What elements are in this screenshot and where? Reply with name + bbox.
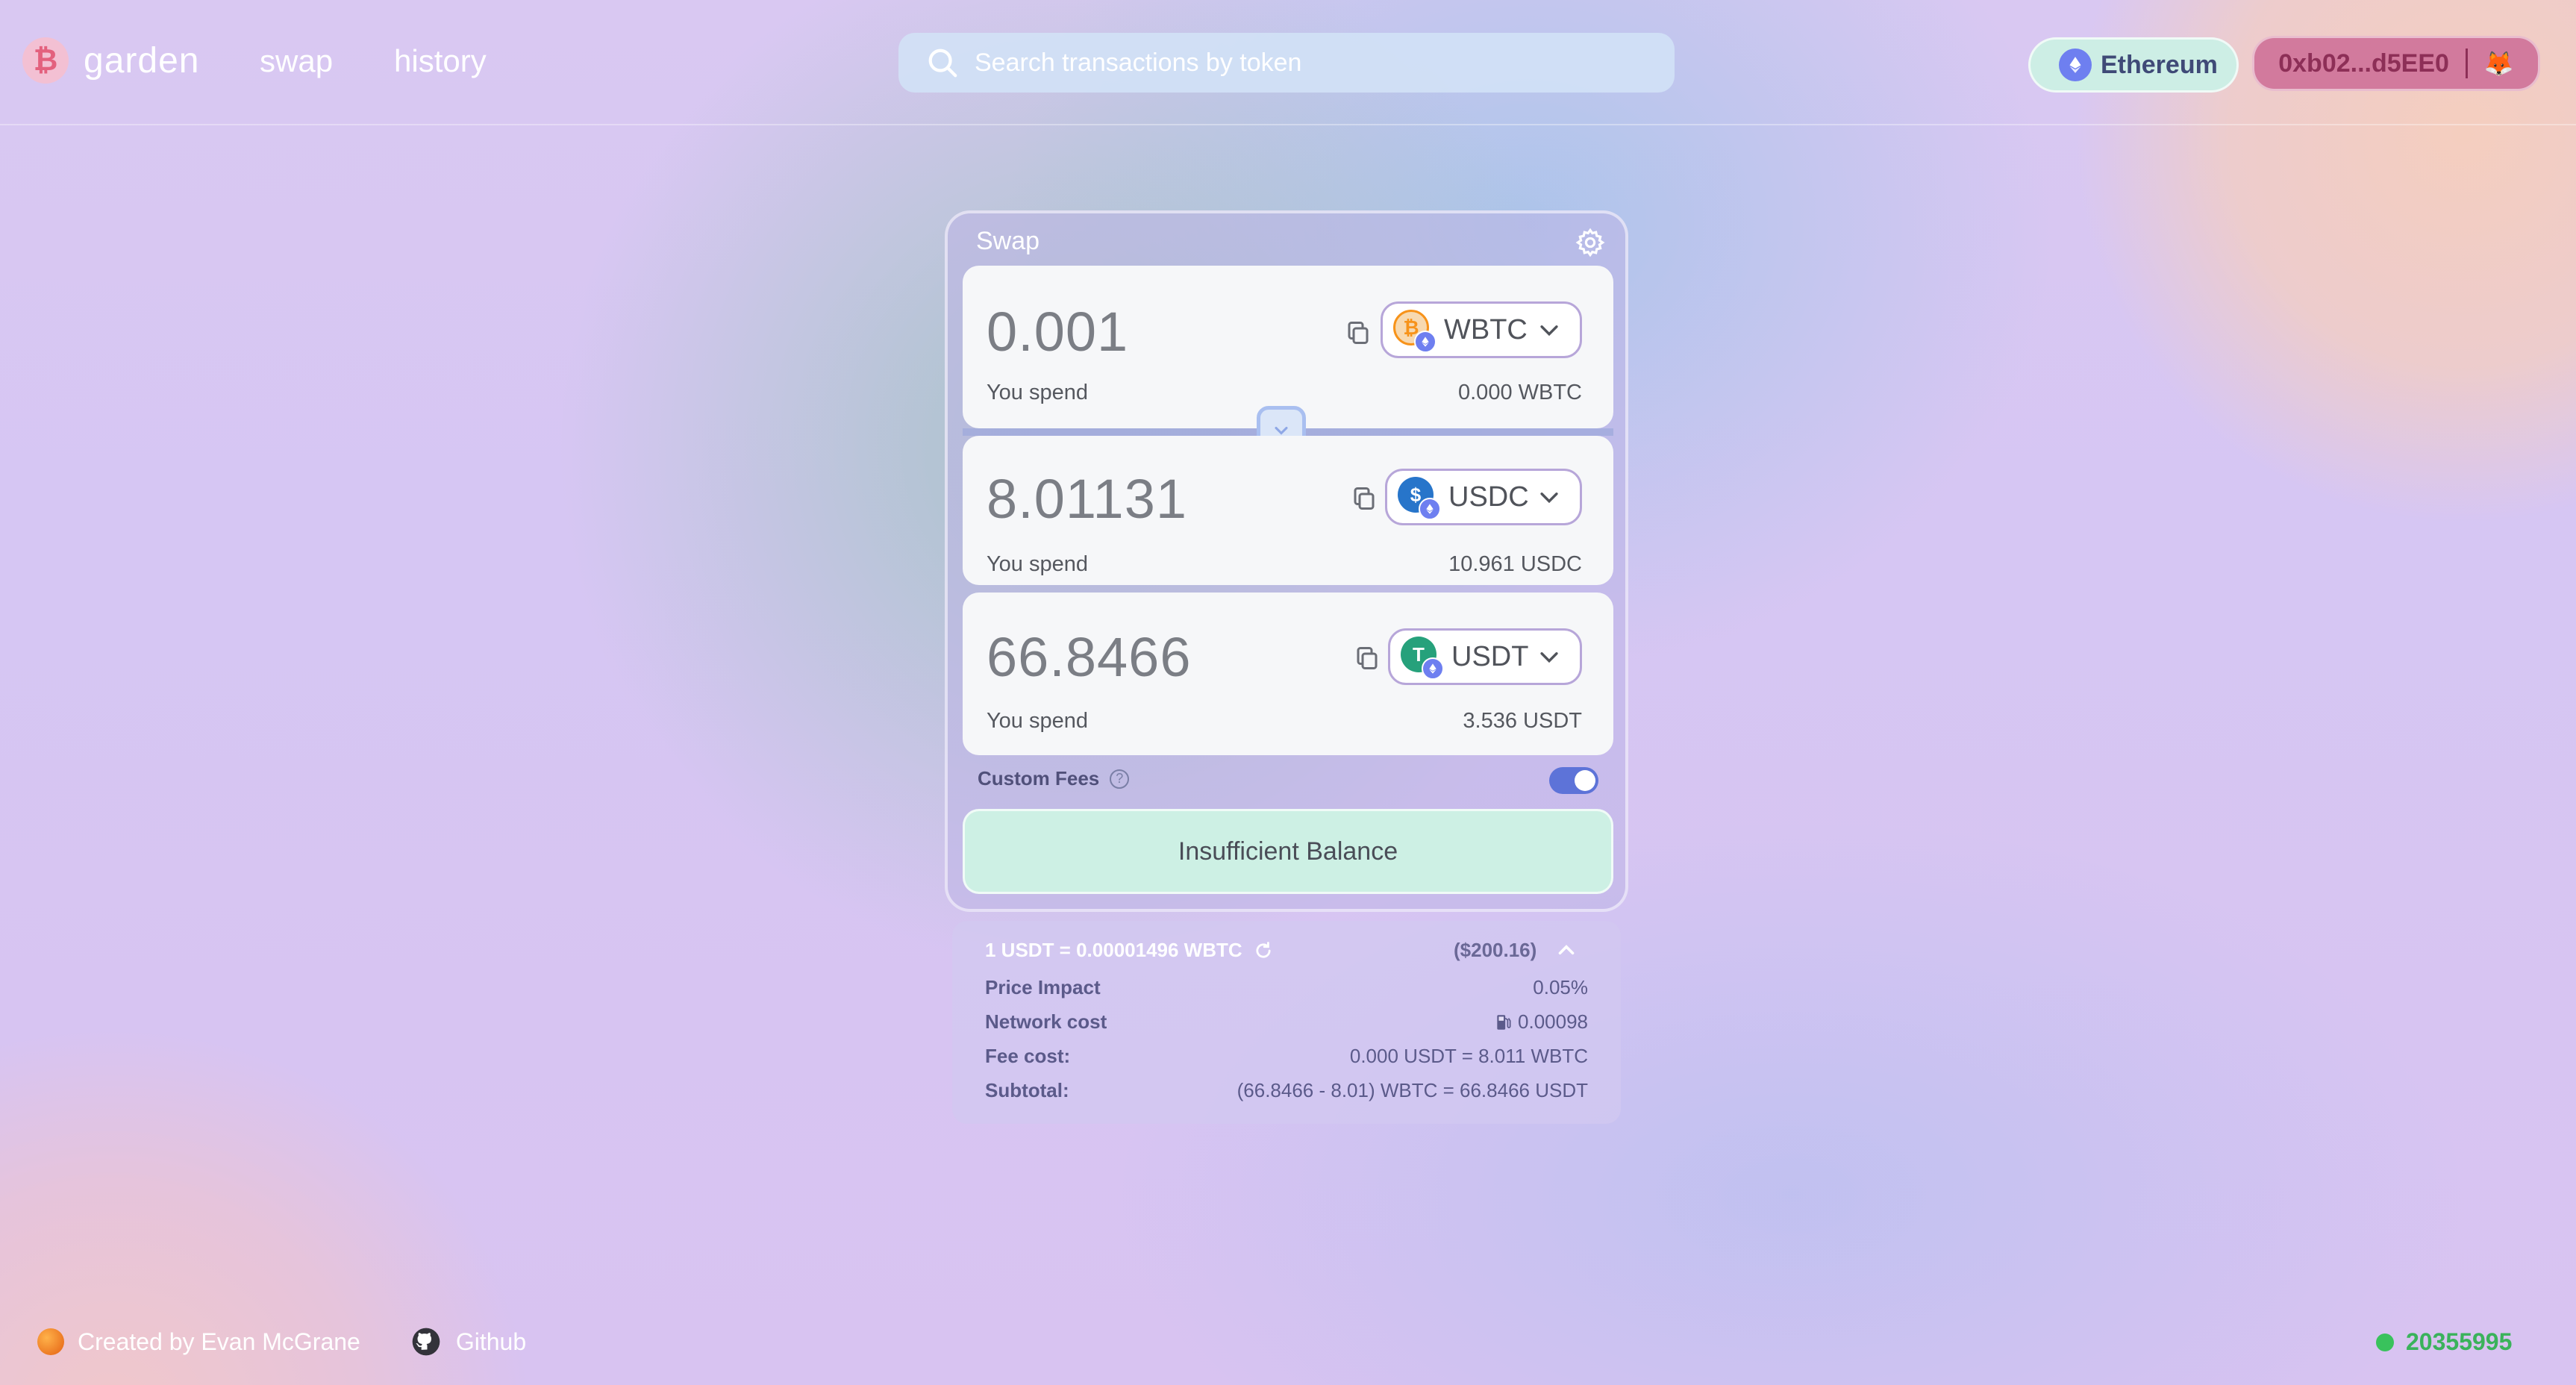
amount-input[interactable]: 0.001: [987, 300, 1128, 363]
subtotal-row: Subtotal: (66.8466 - 8.01) WBTC = 66.846…: [985, 1079, 1588, 1104]
token-input-wbtc: 0.001 ₿ WBTC You spend 0.000 WBTC: [963, 266, 1613, 428]
ethereum-chain-badge-icon: [1422, 657, 1444, 680]
spend-label: You spend: [987, 709, 1089, 733]
network-label: Ethereum: [2101, 50, 2218, 79]
ethereum-icon: [2059, 49, 2092, 81]
metamask-fox-icon: 🦊: [2483, 50, 2514, 77]
token-select-button[interactable]: T USDT: [1388, 628, 1582, 685]
exchange-rate-text: 1 USDT = 0.00001496 WBTC: [985, 939, 1242, 961]
detail-value-wrap: 0.00098: [1494, 1010, 1588, 1034]
bitcoin-logo-icon: ₿: [22, 37, 69, 84]
network-selector-button[interactable]: Ethereum: [2028, 37, 2239, 93]
amount-input[interactable]: 8.01131: [987, 467, 1187, 531]
wallet-address: 0xb02...d5EE0: [2278, 49, 2449, 78]
detail-label: Subtotal:: [985, 1079, 1069, 1101]
spend-label: You spend: [987, 552, 1089, 576]
detail-value: 0.05%: [1533, 976, 1588, 998]
network-cost-row: Network cost 0.00098: [985, 1010, 1588, 1036]
usd-total: ($200.16): [1454, 939, 1537, 961]
copy-icon[interactable]: [1351, 485, 1378, 512]
token-symbol: WBTC: [1444, 313, 1528, 346]
network-cost-value: 0.00098: [1518, 1010, 1588, 1033]
swap-card-title: Swap: [976, 227, 1040, 255]
token-symbol: USDT: [1451, 640, 1529, 672]
token-input-usdc: 8.01131 $ USDC You spend 10.961 USDC: [963, 436, 1613, 585]
chevron-down-icon: [1540, 652, 1558, 663]
settings-gear-icon[interactable]: [1575, 227, 1606, 258]
garden-logo[interactable]: ₿ garden: [22, 37, 199, 84]
refresh-icon[interactable]: [1253, 940, 1274, 961]
exchange-rate: 1 USDT = 0.00001496 WBTC: [985, 939, 1274, 962]
token-balance: 3.536 USDT: [1463, 709, 1582, 733]
copy-icon[interactable]: [1345, 319, 1372, 346]
amount-input[interactable]: 66.8466: [987, 625, 1192, 689]
swap-card: Swap 0.001 ₿ WBTC You spend 0.000 WBTC 8…: [945, 210, 1628, 912]
usdc-token-icon: $: [1398, 477, 1441, 520]
search-input[interactable]: Search transactions by token: [898, 33, 1675, 93]
wallet-button[interactable]: 0xb02...d5EE0 🦊: [2252, 36, 2540, 91]
token-select-button[interactable]: $ USDC: [1385, 469, 1582, 525]
creator-avatar: [37, 1328, 64, 1355]
wallet-divider: [2465, 49, 2468, 78]
detail-label: Price Impact: [985, 976, 1101, 998]
logo-text: garden: [84, 40, 200, 81]
ethereum-chain-badge-icon: [1419, 498, 1441, 520]
github-icon[interactable]: [411, 1327, 441, 1357]
block-status: 20355995: [2376, 1328, 2512, 1356]
token-input-usdt: 66.8466 T USDT You spend 3.536 USDT: [963, 593, 1613, 755]
github-link[interactable]: Github: [456, 1328, 526, 1356]
token-select-button[interactable]: ₿ WBTC: [1381, 301, 1582, 358]
fee-cost-row: Fee cost: 0.000 USDT = 8.011 WBTC: [985, 1045, 1588, 1070]
toggle-knob: [1575, 770, 1595, 791]
chevron-down-icon: [1540, 493, 1558, 504]
nav-swap-link[interactable]: swap: [260, 43, 333, 79]
detail-value: 0.000 USDT = 8.011 WBTC: [1349, 1045, 1588, 1067]
usdt-token-icon: T: [1401, 637, 1444, 680]
creator-link[interactable]: Created by Evan McGrane: [78, 1328, 360, 1356]
footer-links: Created by Evan McGrane Github: [37, 1327, 526, 1357]
detail-value: (66.8466 - 8.01) WBTC = 66.8466 USDT: [1237, 1079, 1588, 1101]
top-navigation-bar: ₿ garden swap history Search transaction…: [0, 0, 2576, 125]
search-icon: [928, 49, 957, 78]
wbtc-token-icon: ₿: [1393, 310, 1437, 353]
ethereum-chain-badge-icon: [1414, 331, 1437, 353]
search-placeholder: Search transactions by token: [975, 48, 1302, 77]
gas-pump-icon: [1497, 1014, 1511, 1030]
status-indicator-dot: [2376, 1333, 2394, 1351]
custom-fees-row: Custom Fees ?: [978, 767, 1130, 790]
chevron-down-icon: [1540, 325, 1558, 337]
custom-fees-toggle[interactable]: [1549, 767, 1598, 794]
detail-label: Network cost: [985, 1010, 1107, 1033]
token-symbol: USDC: [1448, 481, 1529, 513]
nav-history-link[interactable]: history: [394, 43, 487, 79]
token-balance: 0.000 WBTC: [1458, 381, 1582, 404]
detail-label: Fee cost:: [985, 1045, 1071, 1067]
insufficient-balance-button[interactable]: Insufficient Balance: [963, 809, 1613, 894]
chevron-up-icon[interactable]: [1554, 937, 1579, 963]
price-impact-row: Price Impact 0.05%: [985, 976, 1588, 1001]
help-icon[interactable]: ?: [1110, 769, 1130, 789]
custom-fees-label: Custom Fees: [978, 767, 1100, 790]
copy-icon[interactable]: [1354, 645, 1381, 672]
spend-label: You spend: [987, 381, 1089, 404]
block-number: 20355995: [2406, 1328, 2513, 1355]
swap-details-panel: 1 USDT = 0.00001496 WBTC ($200.16) Price…: [952, 921, 1621, 1124]
token-balance: 10.961 USDC: [1448, 552, 1582, 576]
